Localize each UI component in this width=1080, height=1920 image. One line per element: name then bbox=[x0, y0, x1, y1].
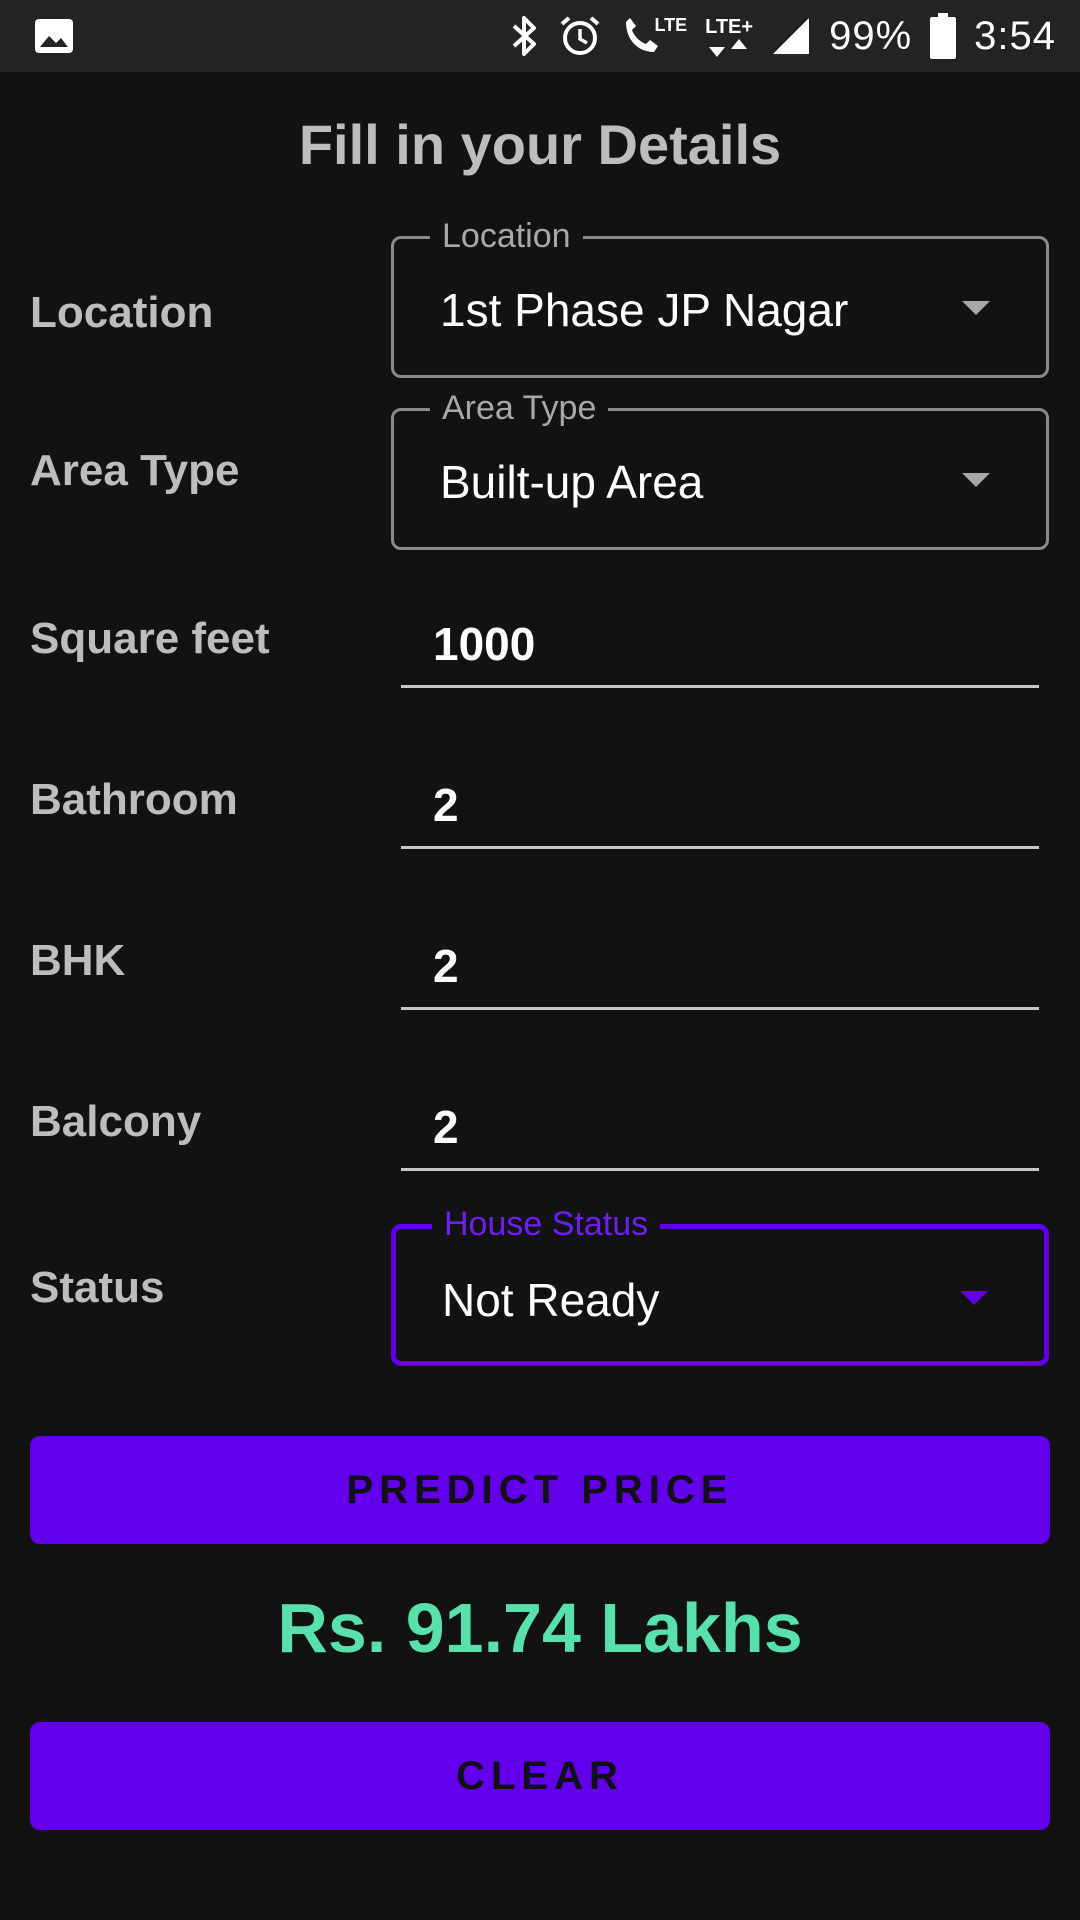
status-icons: LTE LTE+ 99% 3:54 bbox=[510, 0, 1056, 72]
signal-icon bbox=[771, 16, 811, 56]
lte-plus-label: LTE+ bbox=[705, 15, 754, 38]
clear-button[interactable]: CLEAR bbox=[30, 1722, 1050, 1830]
bhk-field bbox=[401, 930, 1039, 1010]
bluetooth-icon bbox=[510, 14, 540, 58]
area-type-dropdown[interactable]: Area Type Built-up Area bbox=[391, 389, 1049, 550]
bathroom-label: Bathroom bbox=[30, 775, 238, 824]
battery-percent: 99% bbox=[829, 13, 913, 58]
location-value: 1st Phase JP Nagar bbox=[440, 284, 849, 336]
balcony-input[interactable] bbox=[433, 1091, 1023, 1163]
dropdown-arrow-icon bbox=[962, 301, 990, 315]
lte-plus-data-icon: LTE+ bbox=[705, 16, 753, 57]
location-field-label: Location bbox=[430, 217, 583, 256]
location-dropdown[interactable]: Location 1st Phase JP Nagar bbox=[391, 217, 1049, 378]
bhk-label: BHK bbox=[30, 936, 126, 985]
dropdown-arrow-icon bbox=[960, 1291, 988, 1305]
house-status-value: Not Ready bbox=[442, 1274, 660, 1326]
balcony-field bbox=[401, 1091, 1039, 1171]
status-bar: LTE LTE+ 99% 3:54 bbox=[0, 0, 1080, 72]
bathroom-input[interactable] bbox=[433, 769, 1023, 841]
square-feet-field bbox=[401, 608, 1039, 688]
location-label: Location bbox=[30, 288, 214, 337]
predicted-price: Rs. 91.74 Lakhs bbox=[277, 1589, 803, 1667]
house-status-dropdown[interactable]: House Status Not Ready bbox=[391, 1205, 1049, 1366]
page-title: Fill in your Details bbox=[298, 113, 782, 176]
square-feet-input[interactable] bbox=[433, 608, 1023, 680]
bathroom-field bbox=[401, 769, 1039, 849]
clock: 3:54 bbox=[974, 13, 1056, 58]
balcony-label: Balcony bbox=[30, 1097, 202, 1146]
square-feet-label: Square feet bbox=[30, 614, 270, 663]
area-type-value: Built-up Area bbox=[440, 456, 704, 508]
predict-price-button[interactable]: PREDICT PRICE bbox=[30, 1436, 1050, 1544]
battery-icon bbox=[930, 13, 957, 59]
bhk-input[interactable] bbox=[433, 930, 1023, 1002]
lte-label: LTE bbox=[654, 14, 688, 35]
house-status-field-label: House Status bbox=[432, 1205, 661, 1244]
lte-call-icon: LTE bbox=[620, 14, 687, 58]
area-type-field-label: Area Type bbox=[430, 389, 609, 428]
dropdown-arrow-icon bbox=[962, 473, 990, 487]
status-label: Status bbox=[30, 1263, 165, 1312]
gallery-notification-icon bbox=[34, 16, 74, 56]
area-type-label: Area Type bbox=[30, 446, 240, 495]
alarm-icon bbox=[558, 14, 602, 58]
